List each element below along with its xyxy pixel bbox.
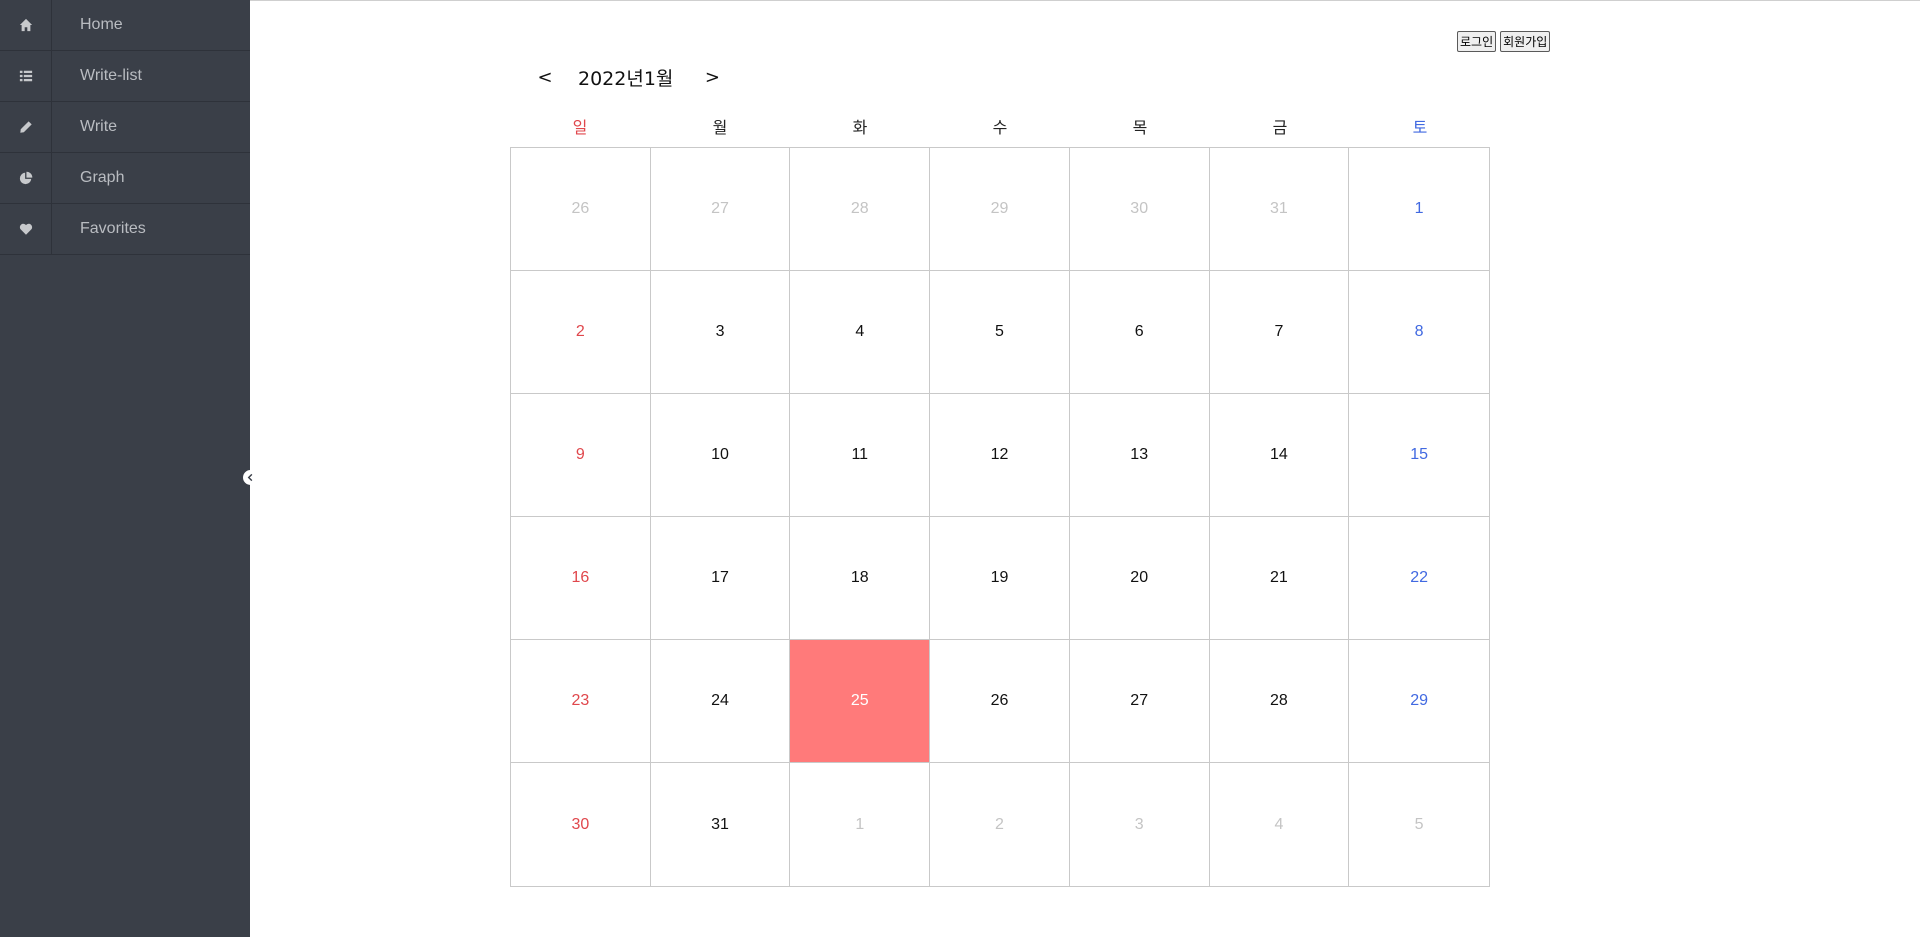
calendar-day[interactable]: 7 — [1209, 271, 1350, 394]
calendar-day[interactable]: 31 — [651, 763, 791, 886]
sidebar-item-label: Graph — [80, 169, 125, 186]
sidebar-item-label: Write — [80, 118, 118, 135]
calendar-day[interactable]: 1 — [790, 763, 931, 886]
calendar-day[interactable]: 8 — [1349, 271, 1489, 394]
calendar-day[interactable]: 26 — [511, 148, 651, 271]
list-icon — [0, 51, 52, 101]
calendar-day[interactable]: 2 — [930, 763, 1070, 886]
weekday-fri: 금 — [1272, 118, 1288, 137]
calendar-day[interactable]: 1 — [1349, 148, 1489, 271]
calendar-day[interactable]: 14 — [1209, 394, 1350, 517]
month-navigation: < 2022년1월 > — [530, 62, 727, 92]
sidebar-collapse-toggle[interactable] — [243, 470, 258, 485]
sidebar-item-label: Write-list — [80, 67, 142, 84]
calendar-day[interactable]: 4 — [790, 271, 931, 394]
calendar-grid: 26 27 28 29 30 31 1 2 3 4 5 6 7 8 9 10 11 12 13 14 15 16 17 18 1… — [510, 147, 1490, 887]
weekday-tue: 화 — [852, 118, 868, 137]
weekday-sat: 토 — [1412, 118, 1428, 137]
calendar-day[interactable]: 5 — [930, 271, 1070, 394]
calendar-day[interactable]: 12 — [930, 394, 1070, 517]
calendar-day[interactable]: 21 — [1209, 517, 1350, 640]
calendar-day[interactable]: 28 — [790, 148, 931, 271]
calendar-day[interactable]: 5 — [1349, 763, 1489, 886]
calendar-day[interactable]: 26 — [930, 640, 1070, 763]
top-border — [0, 0, 1920, 1]
sidebar-item-home[interactable]: Home — [0, 0, 250, 51]
calendar-day-today[interactable]: 25 — [790, 640, 931, 763]
month-title: 2022년1월 — [578, 67, 674, 90]
calendar-day[interactable]: 29 — [930, 148, 1070, 271]
pie-chart-icon — [0, 153, 52, 203]
sidebar-item-favorites[interactable]: Favorites — [0, 204, 250, 255]
calendar-day[interactable]: 18 — [790, 517, 931, 640]
calendar-day[interactable]: 20 — [1069, 517, 1210, 640]
auth-buttons: 로그인 회원가입 — [1457, 31, 1551, 52]
sidebar-item-graph[interactable]: Graph — [0, 153, 250, 204]
weekday-header: 일 월 화 수 목 금 토 — [510, 114, 1490, 138]
sidebar-item-write[interactable]: Write — [0, 102, 250, 153]
calendar-day[interactable]: 27 — [1069, 640, 1210, 763]
weekday-sun: 일 — [572, 118, 588, 137]
calendar-day[interactable]: 22 — [1349, 517, 1489, 640]
calendar-day[interactable]: 15 — [1349, 394, 1489, 517]
calendar-day[interactable]: 29 — [1349, 640, 1489, 763]
login-button[interactable]: 로그인 — [1457, 31, 1497, 52]
calendar-day[interactable]: 9 — [511, 394, 651, 517]
pencil-icon — [0, 102, 52, 152]
calendar-day[interactable]: 13 — [1069, 394, 1210, 517]
calendar-day[interactable]: 24 — [650, 640, 791, 763]
calendar-day[interactable]: 31 — [1209, 148, 1350, 271]
calendar-day[interactable]: 30 — [1069, 148, 1210, 271]
calendar-day[interactable]: 17 — [650, 517, 791, 640]
prev-month-button[interactable]: < — [530, 67, 560, 88]
heart-icon — [0, 204, 52, 254]
sidebar-item-label: Home — [80, 16, 123, 33]
weekday-thu: 목 — [1132, 118, 1148, 137]
home-icon — [0, 0, 52, 50]
weekday-mon: 월 — [712, 118, 728, 137]
next-month-button[interactable]: > — [697, 67, 727, 88]
calendar-day[interactable]: 23 — [511, 640, 651, 763]
calendar-day[interactable]: 10 — [650, 394, 791, 517]
calendar-day[interactable]: 4 — [1210, 763, 1350, 886]
calendar-day[interactable]: 2 — [511, 271, 651, 394]
calendar-day[interactable]: 30 — [511, 763, 651, 886]
calendar-day[interactable]: 3 — [1070, 763, 1210, 886]
calendar-day[interactable]: 16 — [511, 517, 651, 640]
sidebar-item-label: Favorites — [80, 220, 146, 237]
calendar-day[interactable]: 3 — [650, 271, 791, 394]
sidebar: Home Write-list Write Graph Favorites — [0, 0, 250, 937]
signup-button[interactable]: 회원가입 — [1500, 31, 1551, 52]
sidebar-item-write-list[interactable]: Write-list — [0, 51, 250, 102]
calendar-day[interactable]: 6 — [1069, 271, 1210, 394]
calendar-day[interactable]: 11 — [790, 394, 931, 517]
chevron-left-icon — [247, 473, 253, 482]
weekday-wed: 수 — [992, 118, 1008, 137]
calendar-day[interactable]: 19 — [930, 517, 1070, 640]
calendar-day[interactable]: 27 — [650, 148, 791, 271]
calendar-day[interactable]: 28 — [1209, 640, 1350, 763]
